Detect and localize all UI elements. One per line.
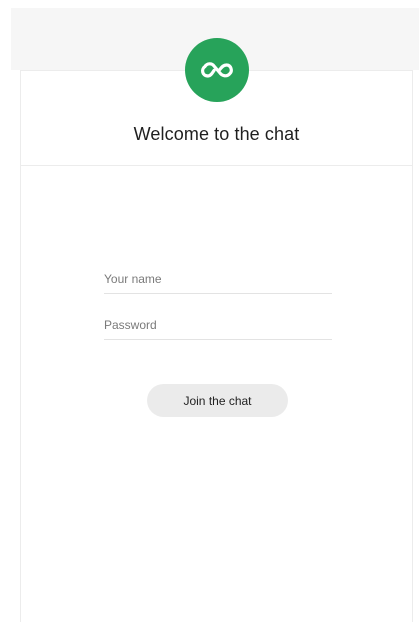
logo-badge xyxy=(185,38,249,102)
password-field xyxy=(104,310,332,340)
infinity-cloud-icon xyxy=(201,62,233,78)
card-header: Welcome to the chat xyxy=(21,38,412,166)
page: Welcome to the chat Join the chat xyxy=(0,0,419,622)
page-title: Welcome to the chat xyxy=(133,124,300,144)
password-input[interactable] xyxy=(104,310,332,339)
join-chat-button[interactable]: Join the chat xyxy=(147,384,288,417)
name-input[interactable] xyxy=(104,264,332,293)
name-field xyxy=(104,264,332,294)
login-card: Welcome to the chat Join the chat xyxy=(20,38,413,622)
